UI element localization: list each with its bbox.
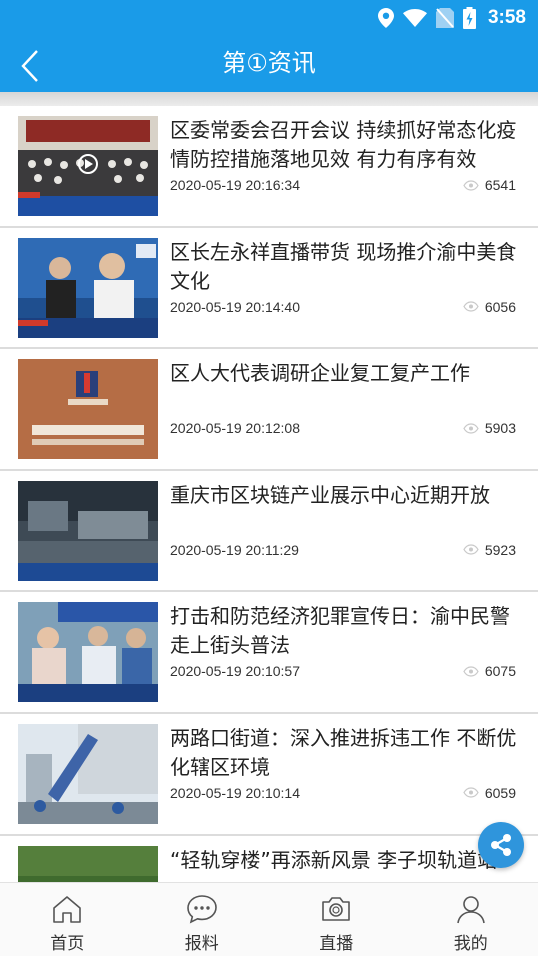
news-views: 6075 bbox=[463, 663, 516, 679]
battery-charging-icon bbox=[462, 7, 476, 29]
share-button[interactable] bbox=[478, 822, 524, 868]
news-thumbnail[interactable] bbox=[18, 602, 158, 703]
news-thumbnail[interactable] bbox=[18, 359, 158, 460]
tab-label: 直播 bbox=[319, 934, 354, 954]
news-title[interactable]: “轻轨穿楼”再添新风景 李子坝轨道站 bbox=[170, 846, 526, 875]
bottom-tab-bar: 首页 报料 直播 我的 bbox=[0, 882, 538, 956]
chat-bubble-icon bbox=[186, 895, 217, 924]
share-icon bbox=[491, 834, 511, 856]
eye-icon bbox=[463, 787, 479, 799]
view-count: 6056 bbox=[484, 298, 516, 315]
no-sim-icon bbox=[435, 8, 454, 28]
news-item[interactable]: 重庆市区块链产业展示中心近期开放 2020-05-19 20:11:29 592… bbox=[0, 471, 538, 593]
news-item[interactable]: “轻轨穿楼”再添新风景 李子坝轨道站 bbox=[0, 836, 538, 882]
news-list[interactable]: 区委常委会召开会议 持续抓好常态化疫情防控措施落地见效 有力有序有效 2020-… bbox=[0, 106, 538, 882]
news-views: 6056 bbox=[463, 299, 516, 315]
wifi-icon bbox=[402, 9, 427, 27]
status-bar: 3:58 bbox=[0, 0, 538, 36]
status-time: 3:58 bbox=[487, 7, 526, 28]
view-count: 6541 bbox=[484, 177, 516, 193]
news-item[interactable]: 区人大代表调研企业复工复产工作 2020-05-19 20:12:08 5903 bbox=[0, 349, 538, 471]
news-title[interactable]: 区委常委会召开会议 持续抓好常态化疫情防控措施落地见效 有力有序有效 bbox=[170, 116, 526, 174]
tab-label: 报料 bbox=[184, 934, 219, 954]
tab-live[interactable]: 直播 bbox=[269, 883, 404, 956]
news-thumbnail[interactable] bbox=[18, 845, 158, 882]
news-views: 5923 bbox=[463, 542, 516, 558]
eye-icon bbox=[463, 544, 479, 555]
tab-label: 我的 bbox=[453, 934, 488, 954]
news-title[interactable]: 重庆市区块链产业展示中心近期开放 bbox=[170, 481, 526, 510]
view-count: 6059 bbox=[484, 784, 516, 801]
eye-icon bbox=[463, 423, 479, 434]
news-views: 6541 bbox=[463, 177, 516, 193]
news-title[interactable]: 区长左永祥直播带货 现场推介渝中美食文化 bbox=[170, 238, 526, 296]
view-count: 6075 bbox=[484, 663, 516, 680]
news-item[interactable]: 区委常委会召开会议 持续抓好常态化疫情防控措施落地见效 有力有序有效 2020-… bbox=[0, 106, 538, 228]
news-date: 2020-05-19 20:16:34 bbox=[170, 177, 300, 193]
news-item[interactable]: 两路口街道：深入推进拆违工作 不断优化辖区环境 2020-05-19 20:10… bbox=[0, 714, 538, 836]
eye-icon bbox=[463, 666, 479, 677]
news-thumbnail[interactable] bbox=[18, 116, 158, 216]
news-views: 6059 bbox=[463, 785, 516, 801]
news-date: 2020-05-19 20:11:29 bbox=[170, 541, 299, 558]
header-divider bbox=[0, 92, 538, 106]
eye-icon bbox=[463, 301, 479, 312]
tab-mine[interactable]: 我的 bbox=[404, 883, 538, 956]
location-icon bbox=[377, 8, 394, 28]
news-date: 2020-05-19 20:10:57 bbox=[170, 663, 300, 680]
news-date: 2020-05-19 20:14:40 bbox=[170, 298, 300, 315]
status-icons: 3:58 bbox=[377, 5, 526, 31]
news-title[interactable]: 两路口街道：深入推进拆违工作 不断优化辖区环境 bbox=[170, 724, 526, 782]
news-thumbnail[interactable] bbox=[18, 237, 158, 338]
news-item[interactable]: 打击和防范经济犯罪宣传日：渝中民警走上街头普法 2020-05-19 20:10… bbox=[0, 592, 538, 714]
news-title[interactable]: 打击和防范经济犯罪宣传日：渝中民警走上街头普法 bbox=[170, 602, 526, 660]
tab-report[interactable]: 报料 bbox=[135, 883, 270, 956]
camera-icon bbox=[322, 897, 351, 921]
user-icon bbox=[456, 896, 485, 924]
news-thumbnail[interactable] bbox=[18, 723, 158, 824]
news-title[interactable]: 区人大代表调研企业复工复产工作 bbox=[170, 359, 526, 388]
news-thumbnail[interactable] bbox=[18, 480, 158, 581]
tab-label: 首页 bbox=[50, 934, 85, 954]
news-views: 5903 bbox=[463, 420, 516, 436]
view-count: 5923 bbox=[484, 541, 516, 558]
tab-home[interactable]: 首页 bbox=[0, 883, 135, 956]
news-date: 2020-05-19 20:10:14 bbox=[170, 784, 300, 801]
view-count: 5903 bbox=[484, 420, 516, 437]
home-icon bbox=[53, 896, 82, 923]
news-date: 2020-05-19 20:12:08 bbox=[170, 420, 300, 437]
news-item[interactable]: 区长左永祥直播带货 现场推介渝中美食文化 2020-05-19 20:14:40… bbox=[0, 228, 538, 350]
eye-icon bbox=[463, 179, 479, 191]
page-title: 第①资讯 bbox=[222, 49, 316, 77]
app-bar: 3:58 第①资讯 bbox=[0, 0, 538, 92]
